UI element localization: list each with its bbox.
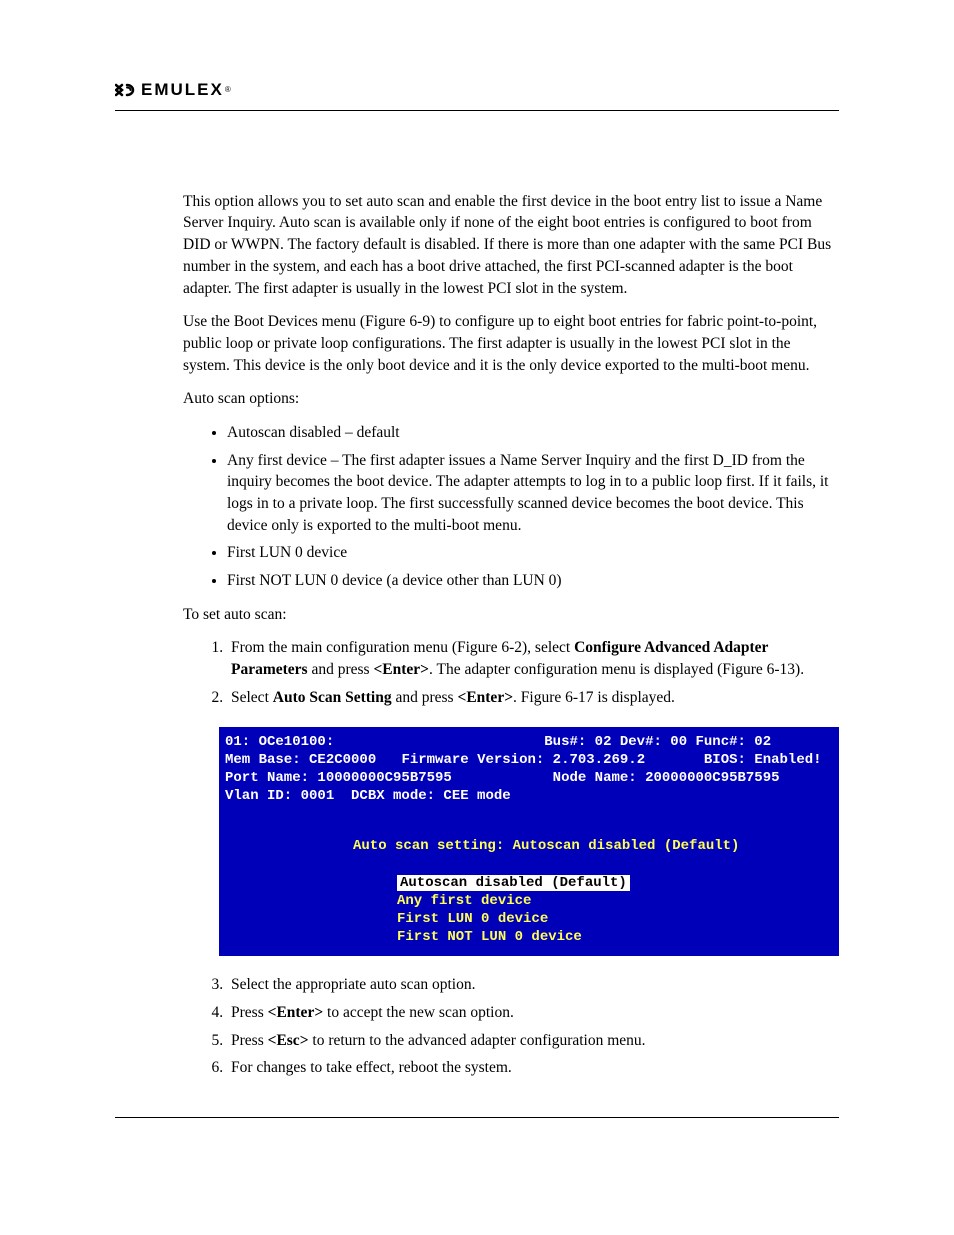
steps-list-top: From the main configuration menu (Figure… bbox=[183, 637, 839, 708]
term-line: Port Name: 10000000C95B7595 Node Name: 2… bbox=[225, 770, 780, 786]
paragraph: To set auto scan: bbox=[183, 604, 839, 626]
content: This option allows you to set auto scan … bbox=[183, 191, 839, 1079]
list-item: From the main configuration menu (Figure… bbox=[227, 637, 839, 680]
step-bold: <Enter> bbox=[373, 661, 429, 678]
step-text: Press bbox=[231, 1004, 268, 1021]
term-option: Any first device bbox=[225, 892, 829, 910]
term-option: First LUN 0 device bbox=[225, 910, 829, 928]
step-text: to accept the new scan option. bbox=[323, 1004, 514, 1021]
term-setting: Auto scan setting: Autoscan disabled (De… bbox=[225, 837, 829, 855]
step-text: . The adapter configuration menu is disp… bbox=[429, 661, 804, 678]
step-text: Select bbox=[231, 689, 273, 706]
step-text: From the main configuration menu (Figure… bbox=[231, 639, 574, 656]
step-text: to return to the advanced adapter config… bbox=[309, 1032, 646, 1049]
step-text: and press bbox=[308, 661, 374, 678]
list-item: Any first device – The first adapter iss… bbox=[227, 450, 839, 537]
list-item: First LUN 0 device bbox=[227, 542, 839, 564]
list-item: Select the appropriate auto scan option. bbox=[227, 974, 839, 996]
step-bold: Auto Scan Setting bbox=[273, 689, 392, 706]
page: EMULEX ® This option allows you to set a… bbox=[0, 0, 954, 1235]
list-item: Press <Esc> to return to the advanced ad… bbox=[227, 1030, 839, 1052]
list-item: For changes to take effect, reboot the s… bbox=[227, 1057, 839, 1079]
step-text: . Figure 6-17 is displayed. bbox=[513, 689, 675, 706]
brand-trademark: ® bbox=[225, 84, 231, 95]
step-text: Press bbox=[231, 1032, 268, 1049]
header-rule bbox=[115, 110, 839, 111]
paragraph: Auto scan options: bbox=[183, 388, 839, 410]
step-bold: <Enter> bbox=[268, 1004, 324, 1021]
paragraph: Use the Boot Devices menu (Figure 6-9) t… bbox=[183, 311, 839, 376]
list-item: Autoscan disabled – default bbox=[227, 422, 839, 444]
term-option-selected: Autoscan disabled (Default) bbox=[225, 874, 829, 892]
footer-rule bbox=[115, 1117, 839, 1118]
emulex-logo-icon bbox=[115, 82, 135, 98]
step-bold: <Enter> bbox=[457, 689, 513, 706]
brand-row: EMULEX ® bbox=[115, 78, 839, 102]
term-line: 01: OCe10100: Bus#: 02 Dev#: 00 Func#: 0… bbox=[225, 734, 771, 750]
term-menu: Auto scan setting: Autoscan disabled (De… bbox=[225, 837, 829, 946]
bios-terminal-screenshot: 01: OCe10100: Bus#: 02 Dev#: 00 Func#: 0… bbox=[219, 727, 839, 957]
brand-name: EMULEX bbox=[141, 78, 224, 102]
auto-scan-options-list: Autoscan disabled – default Any first de… bbox=[183, 422, 839, 592]
term-line: Mem Base: CE2C0000 Firmware Version: 2.7… bbox=[225, 752, 822, 768]
list-item: Press <Enter> to accept the new scan opt… bbox=[227, 1002, 839, 1024]
step-text: and press bbox=[392, 689, 458, 706]
list-item: First NOT LUN 0 device (a device other t… bbox=[227, 570, 839, 592]
steps-list-bottom: Select the appropriate auto scan option.… bbox=[183, 974, 839, 1079]
paragraph: This option allows you to set auto scan … bbox=[183, 191, 839, 299]
list-item: Select Auto Scan Setting and press <Ente… bbox=[227, 687, 839, 709]
term-option: First NOT LUN 0 device bbox=[225, 928, 829, 946]
step-bold: <Esc> bbox=[268, 1032, 309, 1049]
term-line: Vlan ID: 0001 DCBX mode: CEE mode bbox=[225, 788, 511, 804]
